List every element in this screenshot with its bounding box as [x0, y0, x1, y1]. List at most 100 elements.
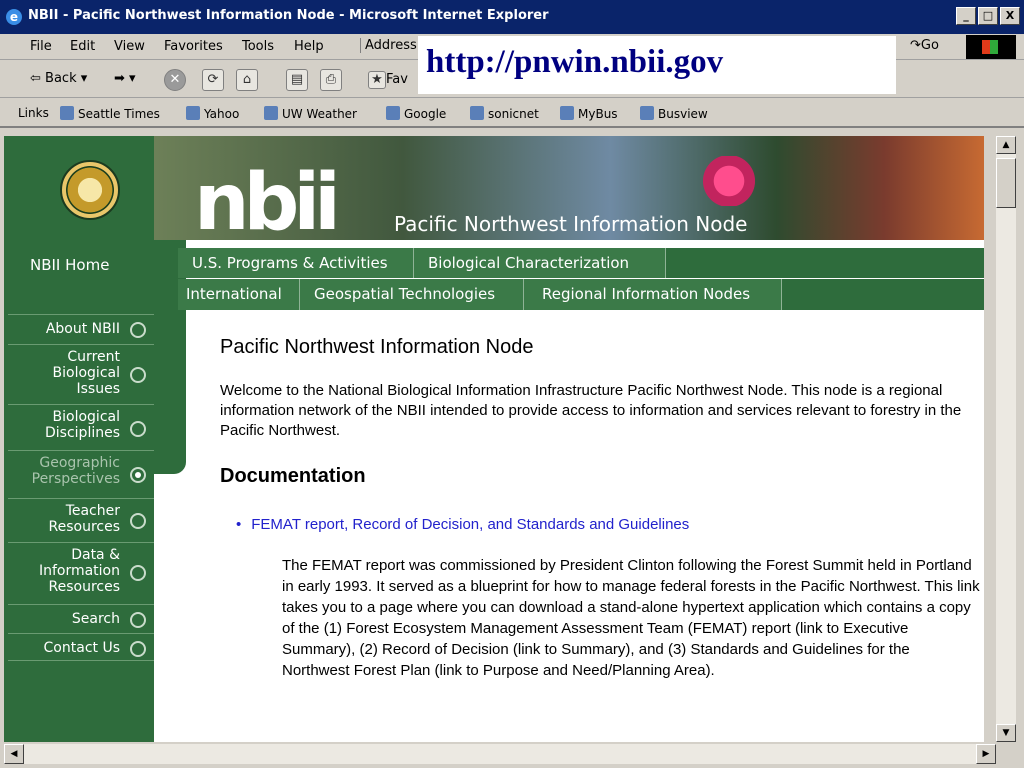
- link-busview[interactable]: Busview: [640, 106, 708, 121]
- window-title: NBII - Pacific Northwest Information Nod…: [28, 8, 549, 23]
- menu-edit[interactable]: Edit: [70, 39, 95, 54]
- links-bar: Links Seattle Times Yahoo UW Weather Goo…: [0, 98, 1024, 128]
- refresh-icon[interactable]: ⟳: [202, 69, 224, 91]
- link-label: Yahoo: [204, 107, 240, 121]
- forward-arrow-icon: ➡: [114, 71, 125, 86]
- tab-biological-characterization[interactable]: Biological Characterization: [414, 248, 666, 278]
- tab-international[interactable]: International: [178, 279, 300, 310]
- web-page-icon: [470, 106, 484, 120]
- horizontal-scrollbar[interactable]: ◀ ▶: [4, 744, 996, 764]
- nav-geographic-perspectives[interactable]: Geographic Perspectives: [8, 450, 154, 494]
- vertical-scrollbar[interactable]: ▲ ▼: [996, 136, 1016, 742]
- go-arrow-icon: ↷: [910, 38, 921, 53]
- web-page-icon: [640, 106, 654, 120]
- forward-button[interactable]: ➡ ▾: [114, 71, 136, 86]
- page-title: Pacific Northwest Information Node: [220, 336, 534, 358]
- tab-row-1: U.S. Programs & Activities Biological Ch…: [178, 248, 984, 278]
- left-nav: NBII Home About NBII Current Biological …: [4, 136, 154, 742]
- back-label: Back: [45, 71, 77, 86]
- web-page-icon: [186, 106, 200, 120]
- nav-label: Current Biological Issues: [52, 349, 120, 397]
- scroll-left-icon[interactable]: ◀: [4, 744, 24, 764]
- nav-data-information-resources[interactable]: Data & Information Resources: [8, 542, 154, 602]
- nav-label: Teacher Resources: [48, 503, 121, 535]
- close-button[interactable]: X: [1000, 7, 1020, 25]
- link-label: Busview: [658, 107, 708, 121]
- nav-label: Geographic Perspectives: [31, 455, 120, 487]
- nav-teacher-resources[interactable]: Teacher Resources: [8, 498, 154, 540]
- tab-geospatial-technologies[interactable]: Geospatial Technologies: [300, 279, 524, 310]
- home-icon[interactable]: ⌂: [236, 69, 258, 91]
- link-label: MyBus: [578, 107, 618, 121]
- tab-row-2: International Geospatial Technologies Re…: [178, 279, 984, 310]
- nav-about-nbii[interactable]: About NBII: [8, 314, 154, 342]
- scroll-right-icon[interactable]: ▶: [976, 744, 996, 764]
- go-label: Go: [920, 38, 939, 53]
- link-seattle-times[interactable]: Seattle Times: [60, 106, 160, 121]
- femat-description: The FEMAT report was commissioned by Pre…: [282, 557, 980, 679]
- print-icon[interactable]: ⎙: [320, 69, 342, 91]
- radio-icon: [130, 367, 146, 383]
- documentation-heading: Documentation: [220, 465, 366, 487]
- links-label: Links: [18, 106, 49, 120]
- scroll-down-icon[interactable]: ▼: [996, 724, 1016, 742]
- url-overlay-text: http://pnwin.nbii.gov: [426, 44, 724, 80]
- tab-us-programs[interactable]: U.S. Programs & Activities: [178, 248, 414, 278]
- radio-icon: [130, 641, 146, 657]
- nav-search[interactable]: Search: [8, 604, 154, 632]
- header-banner: nbii Pacific Northwest Information Node: [154, 136, 984, 248]
- nbii-home-link[interactable]: NBII Home: [30, 256, 109, 274]
- nav-label: About NBII: [45, 321, 120, 337]
- url-overlay: http://pnwin.nbii.gov: [418, 36, 896, 94]
- radio-selected-icon: [130, 467, 146, 483]
- window-title-bar[interactable]: e NBII - Pacific Northwest Information N…: [0, 0, 1024, 34]
- link-label: sonicnet: [488, 107, 539, 121]
- history-icon[interactable]: ▤: [286, 69, 308, 91]
- radio-icon: [130, 612, 146, 628]
- nav-label: Contact Us: [43, 640, 120, 656]
- menu-view[interactable]: View: [114, 39, 145, 54]
- favorites-button[interactable]: ★ Fav: [368, 71, 408, 89]
- nbii-logo: nbii: [194, 158, 341, 248]
- nav-contact-us[interactable]: Contact Us: [8, 633, 154, 661]
- menu-favorites[interactable]: Favorites: [164, 39, 223, 54]
- main-content: Pacific Northwest Information Node Welco…: [220, 336, 980, 681]
- nav-biological-disciplines[interactable]: Biological Disciplines: [8, 404, 154, 448]
- back-arrow-icon: ⇦: [30, 71, 46, 86]
- link-mybus[interactable]: MyBus: [560, 106, 618, 121]
- favorites-label: Fav: [386, 72, 408, 87]
- menu-tools[interactable]: Tools: [242, 39, 274, 54]
- scroll-up-icon[interactable]: ▲: [996, 136, 1016, 154]
- window-controls: _ □ X: [956, 7, 1020, 25]
- tab-regional-information-nodes[interactable]: Regional Information Nodes: [524, 279, 782, 310]
- banner-title: Pacific Northwest Information Node: [394, 212, 748, 236]
- maximize-button[interactable]: □: [978, 7, 998, 25]
- web-page-icon: [560, 106, 574, 120]
- web-page-icon: [60, 106, 74, 120]
- welcome-text: Welcome to the National Biological Infor…: [220, 382, 962, 439]
- page-viewport: NBII Home About NBII Current Biological …: [4, 136, 984, 742]
- ie-icon: e: [6, 9, 22, 25]
- link-label: Seattle Times: [78, 107, 160, 121]
- nav-label: Data & Information Resources: [38, 547, 120, 595]
- link-google[interactable]: Google: [386, 106, 446, 121]
- link-uw-weather[interactable]: UW Weather: [264, 106, 357, 121]
- go-button[interactable]: ↷Go: [910, 38, 939, 53]
- femat-link[interactable]: FEMAT report, Record of Decision, and St…: [251, 516, 980, 533]
- weather-icon: [264, 106, 278, 120]
- windows-logo-icon: [966, 35, 1016, 59]
- address-label: Address: [360, 38, 417, 53]
- web-page-icon: [386, 106, 400, 120]
- flower-image: [694, 156, 764, 206]
- link-yahoo[interactable]: Yahoo: [186, 106, 239, 121]
- nav-current-biological-issues[interactable]: Current Biological Issues: [8, 344, 154, 402]
- radio-icon: [130, 513, 146, 529]
- link-sonicnet[interactable]: sonicnet: [470, 106, 539, 121]
- menu-file[interactable]: File: [30, 39, 52, 54]
- back-button[interactable]: ⇦ Back ▾: [30, 71, 87, 86]
- scroll-thumb[interactable]: [996, 158, 1016, 208]
- stop-icon[interactable]: ✕: [164, 69, 186, 91]
- link-label: UW Weather: [282, 107, 357, 121]
- menu-help[interactable]: Help: [294, 39, 324, 54]
- minimize-button[interactable]: _: [956, 7, 976, 25]
